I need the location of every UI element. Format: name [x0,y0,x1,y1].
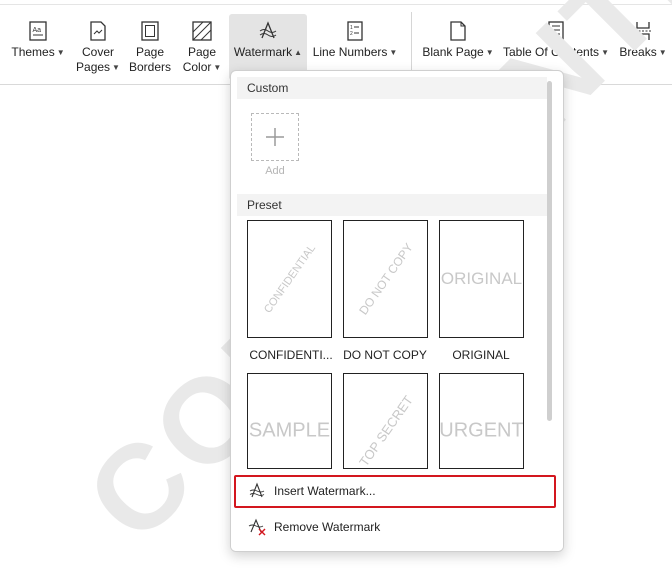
preset-label: CONFIDENTI... [249,348,333,362]
remove-watermark-icon [248,518,266,536]
add-custom-watermark-button[interactable] [251,113,299,161]
preset-confidential[interactable]: CONFIDENTIAL [247,220,332,338]
page-color-icon [192,21,212,41]
themes-button[interactable]: Aa Themes ▼ [8,14,68,80]
svg-text:Aa: Aa [33,27,42,34]
page-borders-button[interactable]: Page Borders [126,14,174,80]
line-numbers-icon: 1 2 [347,21,363,41]
preset-watermark-text: CONFIDENTIAL [261,242,318,316]
preset-sample[interactable]: SAMPLE [247,373,332,469]
preset-watermark-text: DO NOT COPY [355,240,416,318]
cover-page-icon [90,21,106,41]
custom-section-header: Custom [237,77,547,99]
ribbon-separator [411,12,412,72]
preset-watermark-text: TOP SECRET [355,392,416,469]
cover-pages-button[interactable]: Cover Pages ▼ [74,14,122,80]
preset-original[interactable]: ORIGINAL [439,220,524,338]
preset-watermark-text: ORIGINAL [440,269,523,288]
svg-text:2: 2 [350,31,353,37]
plus-icon [266,128,284,146]
preset-urgent[interactable]: URGENT [439,373,524,469]
preset-top-secret[interactable]: TOP SECRET [343,373,428,469]
preset-section-header: Preset [237,194,547,216]
preset-do-not-copy[interactable]: DO NOT COPY [343,220,428,338]
dropdown-scrollbar[interactable] [547,81,552,421]
preset-watermark-text: SAMPLE [248,419,331,442]
page-color-button[interactable]: Page Color ▼ [178,14,226,80]
preset-label: DO NOT COPY [343,348,427,362]
page-borders-icon [141,21,159,41]
insert-watermark-highlight [234,475,556,508]
themes-icon: Aa [29,21,47,41]
blank-page-icon [450,21,466,41]
add-label: Add [265,165,285,177]
remove-watermark-item[interactable]: Remove Watermark [234,511,557,543]
watermark-icon [259,21,277,39]
preset-watermark-text: URGENT [439,419,524,442]
preset-label: ORIGINAL [452,348,510,362]
